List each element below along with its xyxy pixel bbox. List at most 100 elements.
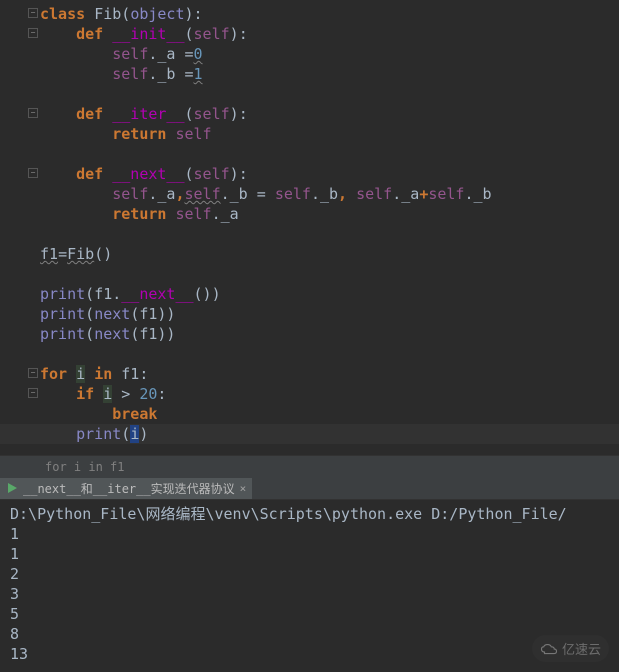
gutter[interactable]	[0, 324, 40, 344]
code-content[interactable]: print(next(f1))	[40, 304, 619, 324]
token	[40, 185, 112, 203]
code-line[interactable]: return self	[0, 124, 619, 144]
code-line[interactable]: f1=Fib()	[0, 244, 619, 264]
code-line[interactable]: print(next(f1))	[0, 324, 619, 344]
gutter[interactable]: −	[0, 104, 40, 124]
code-content[interactable]	[40, 344, 619, 364]
code-line[interactable]: self._a =0	[0, 44, 619, 64]
token: )	[185, 5, 194, 23]
token: print	[76, 425, 121, 443]
gutter[interactable]	[0, 144, 40, 164]
token: self	[112, 65, 148, 83]
code-line[interactable]	[0, 264, 619, 284]
gutter[interactable]: −	[0, 24, 40, 44]
gutter[interactable]	[0, 244, 40, 264]
python-run-icon	[6, 482, 18, 494]
code-content[interactable]: break	[40, 404, 619, 424]
gutter[interactable]	[0, 44, 40, 64]
code-content[interactable]: self._b =1	[40, 64, 619, 84]
code-content[interactable]	[40, 84, 619, 104]
fold-marker-icon[interactable]: −	[28, 28, 38, 38]
code-line[interactable]: − def __next__(self):	[0, 164, 619, 184]
code-line[interactable]: −class Fib(object):	[0, 4, 619, 24]
fold-marker-icon[interactable]: −	[28, 388, 38, 398]
token: self	[112, 185, 148, 203]
code-content[interactable]: self._a,self._b = self._b, self._a+self.…	[40, 184, 619, 204]
fold-marker-icon[interactable]: −	[28, 168, 38, 178]
code-content[interactable]: class Fib(object):	[40, 4, 619, 24]
code-content[interactable]: return self._a	[40, 204, 619, 224]
token: self	[175, 125, 211, 143]
token: __iter__	[112, 105, 184, 123]
token: (	[85, 305, 94, 323]
code-content[interactable]: def __next__(self):	[40, 164, 619, 184]
code-line[interactable]: print(i)	[0, 424, 619, 444]
token	[40, 125, 112, 143]
console-output[interactable]: D:\Python_File\网络编程\venv\Scripts\python.…	[0, 500, 619, 672]
token	[40, 105, 76, 123]
fold-marker-icon[interactable]: −	[28, 108, 38, 118]
gutter[interactable]	[0, 184, 40, 204]
code-content[interactable]	[40, 144, 619, 164]
close-icon[interactable]: ×	[240, 482, 247, 495]
code-content[interactable]: print(i)	[40, 424, 619, 444]
code-content[interactable]: def __init__(self):	[40, 24, 619, 44]
gutter[interactable]	[0, 404, 40, 424]
gutter[interactable]	[0, 124, 40, 144]
run-tab-label: __next__和__iter__实现迭代器协议	[23, 480, 235, 497]
code-content[interactable]: def __iter__(self):	[40, 104, 619, 124]
gutter[interactable]	[0, 284, 40, 304]
code-line[interactable]: −for i in f1:	[0, 364, 619, 384]
code-line[interactable]: break	[0, 404, 619, 424]
gutter[interactable]	[0, 64, 40, 84]
code-line[interactable]	[0, 84, 619, 104]
code-line[interactable]	[0, 144, 619, 164]
token	[40, 425, 76, 443]
gutter[interactable]: −	[0, 384, 40, 404]
run-tab[interactable]: __next__和__iter__实现迭代器协议 ×	[0, 478, 252, 499]
watermark-text: 亿速云	[562, 639, 601, 658]
code-line[interactable]: self._a,self._b = self._b, self._a+self.…	[0, 184, 619, 204]
code-content[interactable]: return self	[40, 124, 619, 144]
gutter[interactable]	[0, 304, 40, 324]
code-content[interactable]: print(f1.__next__())	[40, 284, 619, 304]
code-content[interactable]: print(next(f1))	[40, 324, 619, 344]
code-line[interactable]	[0, 344, 619, 364]
console-output-line: 1	[10, 524, 609, 544]
gutter[interactable]	[0, 204, 40, 224]
fold-marker-icon[interactable]: −	[28, 368, 38, 378]
code-line[interactable]: − def __iter__(self):	[0, 104, 619, 124]
token: __next__	[112, 165, 184, 183]
code-content[interactable]	[40, 264, 619, 284]
gutter[interactable]	[0, 84, 40, 104]
gutter[interactable]: −	[0, 364, 40, 384]
code-content[interactable]: self._a =0	[40, 44, 619, 64]
gutter[interactable]: −	[0, 4, 40, 24]
token: :	[239, 105, 248, 123]
token: )	[230, 165, 239, 183]
code-content[interactable]: for i in f1:	[40, 364, 619, 384]
gutter[interactable]	[0, 264, 40, 284]
gutter[interactable]	[0, 424, 40, 444]
token: ,	[175, 185, 184, 203]
code-content[interactable]: if i > 20:	[40, 384, 619, 404]
code-line[interactable]: − def __init__(self):	[0, 24, 619, 44]
token: :	[139, 365, 148, 383]
code-line[interactable]: print(next(f1))	[0, 304, 619, 324]
gutter[interactable]	[0, 344, 40, 364]
gutter[interactable]: −	[0, 164, 40, 184]
code-line[interactable]: print(f1.__next__())	[0, 284, 619, 304]
token: )	[230, 105, 239, 123]
code-line[interactable]: − if i > 20:	[0, 384, 619, 404]
code-editor[interactable]: −class Fib(object):− def __init__(self):…	[0, 0, 619, 455]
code-line[interactable]: self._b =1	[0, 64, 619, 84]
token: self	[194, 105, 230, 123]
code-line[interactable]: return self._a	[0, 204, 619, 224]
gutter[interactable]	[0, 224, 40, 244]
code-content[interactable]: f1=Fib()	[40, 244, 619, 264]
token	[40, 405, 112, 423]
code-line[interactable]	[0, 224, 619, 244]
fold-marker-icon[interactable]: −	[28, 8, 38, 18]
code-content[interactable]	[40, 224, 619, 244]
token: self	[356, 185, 392, 203]
